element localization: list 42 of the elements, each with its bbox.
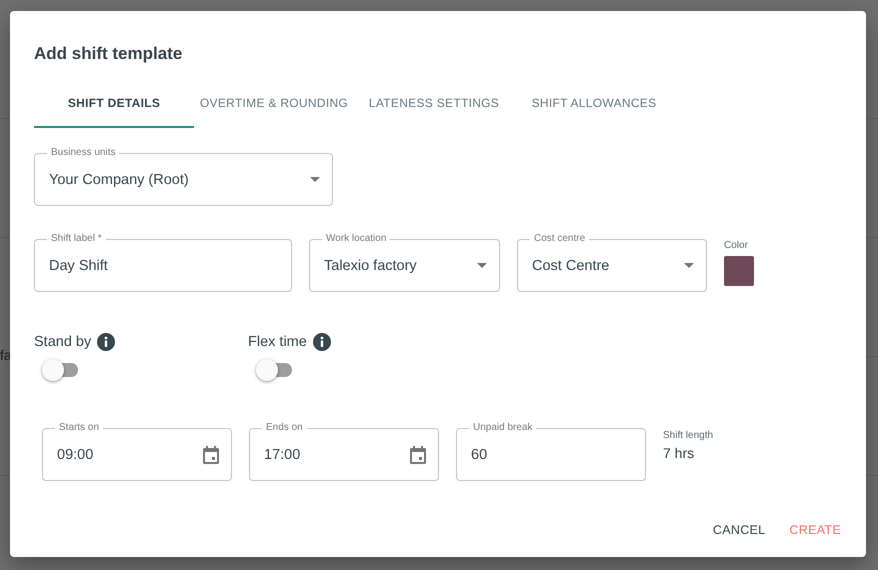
field-label: Cost centre xyxy=(534,233,586,244)
calendar-icon[interactable] xyxy=(203,446,219,464)
toggle-switch[interactable] xyxy=(256,359,294,381)
readout-label: Shift length xyxy=(663,430,714,442)
time-field[interactable]: Starts on 09:00 xyxy=(42,423,232,481)
field-label: Starts on xyxy=(59,422,100,433)
caret-icon xyxy=(684,263,694,268)
dropdown-field[interactable]: Work location Talexio factory xyxy=(309,234,500,292)
readout-value: 7 hrs xyxy=(663,445,696,461)
dropdown-field[interactable]: Business units Your Company (Root) xyxy=(34,148,333,206)
color-swatch[interactable] xyxy=(724,256,754,286)
field-label: Ends on xyxy=(266,422,303,433)
color-label: Color xyxy=(724,240,749,252)
selected-value: Cost Centre xyxy=(532,258,610,274)
field-value[interactable]: 60 xyxy=(471,446,633,462)
info-icon[interactable] xyxy=(312,333,331,351)
info-icon[interactable] xyxy=(97,333,116,351)
tab[interactable]: SHIFT ALLOWANCES xyxy=(514,80,674,128)
toggle-label: Flex time xyxy=(248,334,307,350)
calendar-icon[interactable] xyxy=(410,446,426,464)
caret-icon xyxy=(477,263,487,268)
cancel-button[interactable]: CANCEL xyxy=(704,512,774,548)
dropdown-field[interactable]: Cost centre Cost Centre xyxy=(517,234,707,292)
tab[interactable]: SHIFT DETAILS xyxy=(34,80,194,128)
toggle-switch[interactable] xyxy=(42,359,80,381)
field-value[interactable]: Day Shift xyxy=(49,258,279,274)
field-value[interactable]: 09:00 xyxy=(57,446,203,462)
tab[interactable]: LATENESS SETTINGS xyxy=(354,80,514,128)
input-field[interactable]: Shift label * Day Shift xyxy=(34,234,292,292)
tab[interactable]: OVERTIME & ROUNDING xyxy=(194,80,354,128)
dialog-title: Add shift template xyxy=(34,44,182,64)
input-field[interactable]: Unpaid break 60 xyxy=(456,423,646,481)
field-label: Unpaid break xyxy=(473,422,532,433)
field-label: Business units xyxy=(51,147,116,158)
field-label: Work location xyxy=(326,233,386,244)
toggle-label: Stand by xyxy=(34,334,92,350)
caret-icon xyxy=(310,177,320,182)
selected-value: Your Company (Root) xyxy=(49,172,190,188)
time-field[interactable]: Ends on 17:00 xyxy=(249,423,439,481)
field-value[interactable]: 17:00 xyxy=(264,446,410,462)
field-label: Shift label * xyxy=(51,233,102,244)
selected-value: Talexio factory xyxy=(324,258,418,274)
